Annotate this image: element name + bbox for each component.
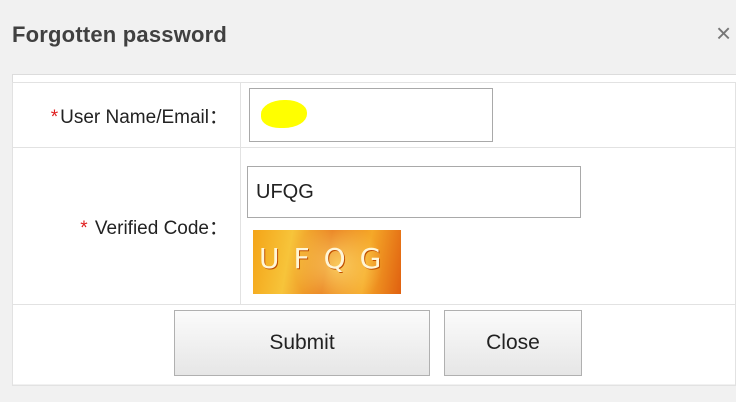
form-row-username: * User Name/Email： [12,82,736,148]
captcha-text: UFQG [259,242,396,275]
dialog-title: Forgotten password [12,22,228,47]
verified-code-input-cell: UFQG [240,147,736,305]
form-row-verified-code: * Verified Code： UFQG [12,147,736,305]
verified-code-label-cell: * Verified Code： [12,147,241,305]
required-mark: * [50,106,59,128]
username-input-cell [240,82,736,148]
verified-code-input[interactable] [247,166,581,218]
submit-button[interactable]: Submit [174,310,430,376]
required-mark: * [80,217,88,239]
username-label: User Name/Email： [60,106,228,128]
verified-code-label: Verified Code： [89,217,228,239]
dialog-header: Forgotten password × [0,0,736,74]
username-label-cell: * User Name/Email： [12,82,241,148]
forgot-password-dialog: Forgotten password × * User Name/Email： *… [0,0,736,402]
close-icon[interactable]: × [716,20,731,46]
username-input[interactable] [249,88,493,142]
username-field-wrap [249,88,493,142]
close-button[interactable]: Close [444,310,582,376]
captcha-image[interactable]: UFQG [253,230,401,294]
